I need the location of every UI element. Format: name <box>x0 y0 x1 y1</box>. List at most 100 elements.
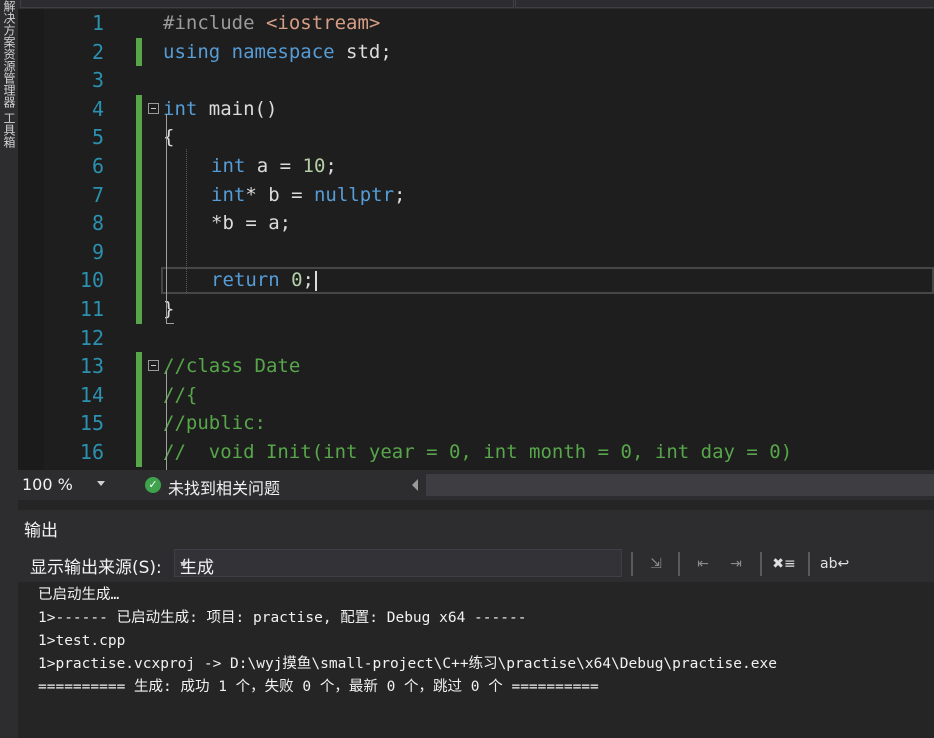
line-number: 5 <box>91 125 104 150</box>
change-bar <box>136 409 142 438</box>
code-line-16: 16 // void Init(int year = 0, int month … <box>18 438 934 467</box>
previous-message-icon[interactable]: ⇤ <box>691 552 715 576</box>
line-number: 15 <box>79 411 104 436</box>
change-bar <box>136 295 142 324</box>
change-bar <box>136 123 142 152</box>
line-number: 16 <box>79 440 104 464</box>
code-line-12: 12 <box>18 324 934 353</box>
code-text[interactable]: using namespace std; <box>163 38 392 67</box>
zoom-level[interactable]: 100 % <box>22 475 73 494</box>
toolbar-separator <box>631 552 633 576</box>
code-line-3: 3 <box>18 66 934 95</box>
word-wrap-icon[interactable]: ab↩ <box>820 552 849 576</box>
change-bar <box>136 180 142 210</box>
output-source-label: 显示输出来源(S): <box>30 558 162 578</box>
code-text[interactable]: int main() <box>163 95 277 124</box>
nav-dropdown-scope[interactable] <box>20 0 514 8</box>
change-bar <box>136 352 142 381</box>
change-bar <box>136 94 142 124</box>
output-text[interactable]: 已启动生成… 1>------ 已启动生成: 项目: practise, 配置: … <box>38 584 777 699</box>
code-text[interactable]: int a = 10; <box>211 152 337 181</box>
code-text[interactable]: return 0; <box>211 266 317 295</box>
code-text[interactable]: #include <iostream> <box>163 9 380 38</box>
clear-all-icon[interactable]: ✖≡ <box>772 552 796 576</box>
line-number: 4 <box>91 96 104 121</box>
code-line-13: 13 //class Date <box>18 352 934 381</box>
code-text[interactable]: //class Date <box>163 352 300 381</box>
change-bar <box>136 209 142 238</box>
check-circle-icon: ✓ <box>145 477 161 493</box>
outline-guide <box>166 114 167 324</box>
code-line-14: 14 //{ <box>18 380 934 410</box>
chevron-down-icon <box>180 562 188 567</box>
output-panel: 输出 显示输出来源(S): 生成 ⇲ ⇤ ⇥ ✖≡ ab↩ 已启动生成… 1>--… <box>18 500 934 738</box>
line-number: 13 <box>79 354 104 379</box>
change-bar <box>136 438 142 467</box>
output-source-select[interactable]: 生成 <box>174 549 622 578</box>
code-text[interactable]: *b = a; <box>211 209 291 238</box>
code-line-2: 2 using namespace std; <box>18 37 934 67</box>
line-number: 11 <box>79 297 104 321</box>
next-message-icon[interactable]: ⇥ <box>724 552 748 576</box>
line-number: 8 <box>91 211 104 236</box>
outline-guide-end <box>166 323 174 324</box>
code-text[interactable]: //public: <box>163 409 266 438</box>
output-line: 已启动生成… <box>38 587 120 603</box>
line-number: 10 <box>79 268 104 293</box>
output-toolbar: 显示输出来源(S): 生成 ⇲ ⇤ ⇥ ✖≡ ab↩ <box>18 544 934 582</box>
code-line-4: 4 int main() <box>18 94 934 124</box>
indent-guide <box>186 149 187 294</box>
change-bar <box>136 266 142 295</box>
output-title-bar: 输出 <box>18 510 934 544</box>
output-line: 1>test.cpp <box>38 633 126 649</box>
collapse-icon[interactable] <box>148 102 159 114</box>
line-number: 12 <box>79 325 104 350</box>
output-line: 1>practise.vcxproj -> D:\wyj摸鱼\small-pro… <box>38 656 777 672</box>
line-number: 14 <box>79 382 104 407</box>
horizontal-scrollbar[interactable] <box>426 474 934 496</box>
change-bar <box>136 237 142 267</box>
change-bar <box>136 152 142 181</box>
code-text[interactable]: { <box>163 123 174 152</box>
toolbar-separator <box>678 552 680 576</box>
code-text[interactable]: int* b = nullptr; <box>211 181 406 210</box>
toolbar-separator <box>808 552 810 576</box>
text-caret <box>315 270 317 291</box>
change-bar <box>136 37 142 67</box>
code-editor[interactable]: 1 #include <iostream> 2 using namespace … <box>18 9 934 470</box>
code-line-9: 9 <box>18 237 934 267</box>
side-tool-strip[interactable]: 解决方案资源管理器 工具箱 <box>0 0 18 738</box>
line-number: 9 <box>91 239 104 264</box>
scroll-left-icon[interactable] <box>412 479 418 491</box>
collapse-icon[interactable] <box>148 360 159 372</box>
output-line: ========== 生成: 成功 1 个，失败 0 个，最新 0 个，跳过 0… <box>38 679 599 695</box>
find-message-icon[interactable]: ⇲ <box>644 552 668 576</box>
code-line-7: 7 int* b = nullptr; <box>18 180 934 210</box>
output-line: 1>------ 已启动生成: 项目: practise, 配置: Debug … <box>38 610 527 626</box>
top-navigation-bar <box>18 0 934 9</box>
output-title: 输出 <box>24 521 58 541</box>
code-text[interactable]: } <box>163 295 174 324</box>
toolbar-separator <box>760 552 762 576</box>
code-line-11: 11 } <box>18 295 934 324</box>
code-line-10: 10 return 0; <box>18 266 934 295</box>
code-text[interactable]: //{ <box>163 381 197 410</box>
code-text[interactable]: // void Init(int year = 0, int month = 0… <box>163 438 792 467</box>
line-number: 6 <box>91 154 104 178</box>
nav-dropdown-member[interactable] <box>515 0 934 8</box>
line-number: 3 <box>91 68 104 93</box>
code-line-15: 15 //public: <box>18 409 934 438</box>
side-strip-label[interactable]: 解决方案资源管理器 工具箱 <box>0 0 18 148</box>
line-number: 7 <box>91 182 104 207</box>
change-bar <box>136 380 142 410</box>
code-line-8: 8 *b = a; <box>18 209 934 238</box>
code-line-1: 1 #include <iostream> <box>18 9 934 38</box>
code-line-6: 6 int a = 10; <box>18 152 934 181</box>
code-line-5: 5 { <box>18 123 934 152</box>
zoom-dropdown-icon[interactable] <box>97 481 105 486</box>
issues-status[interactable]: 未找到相关问题 <box>168 475 280 499</box>
editor-status-bar: 100 % ✓ 未找到相关问题 <box>18 470 934 500</box>
outline-guide <box>166 371 167 470</box>
line-number: 2 <box>91 39 104 64</box>
line-number: 1 <box>91 11 104 35</box>
